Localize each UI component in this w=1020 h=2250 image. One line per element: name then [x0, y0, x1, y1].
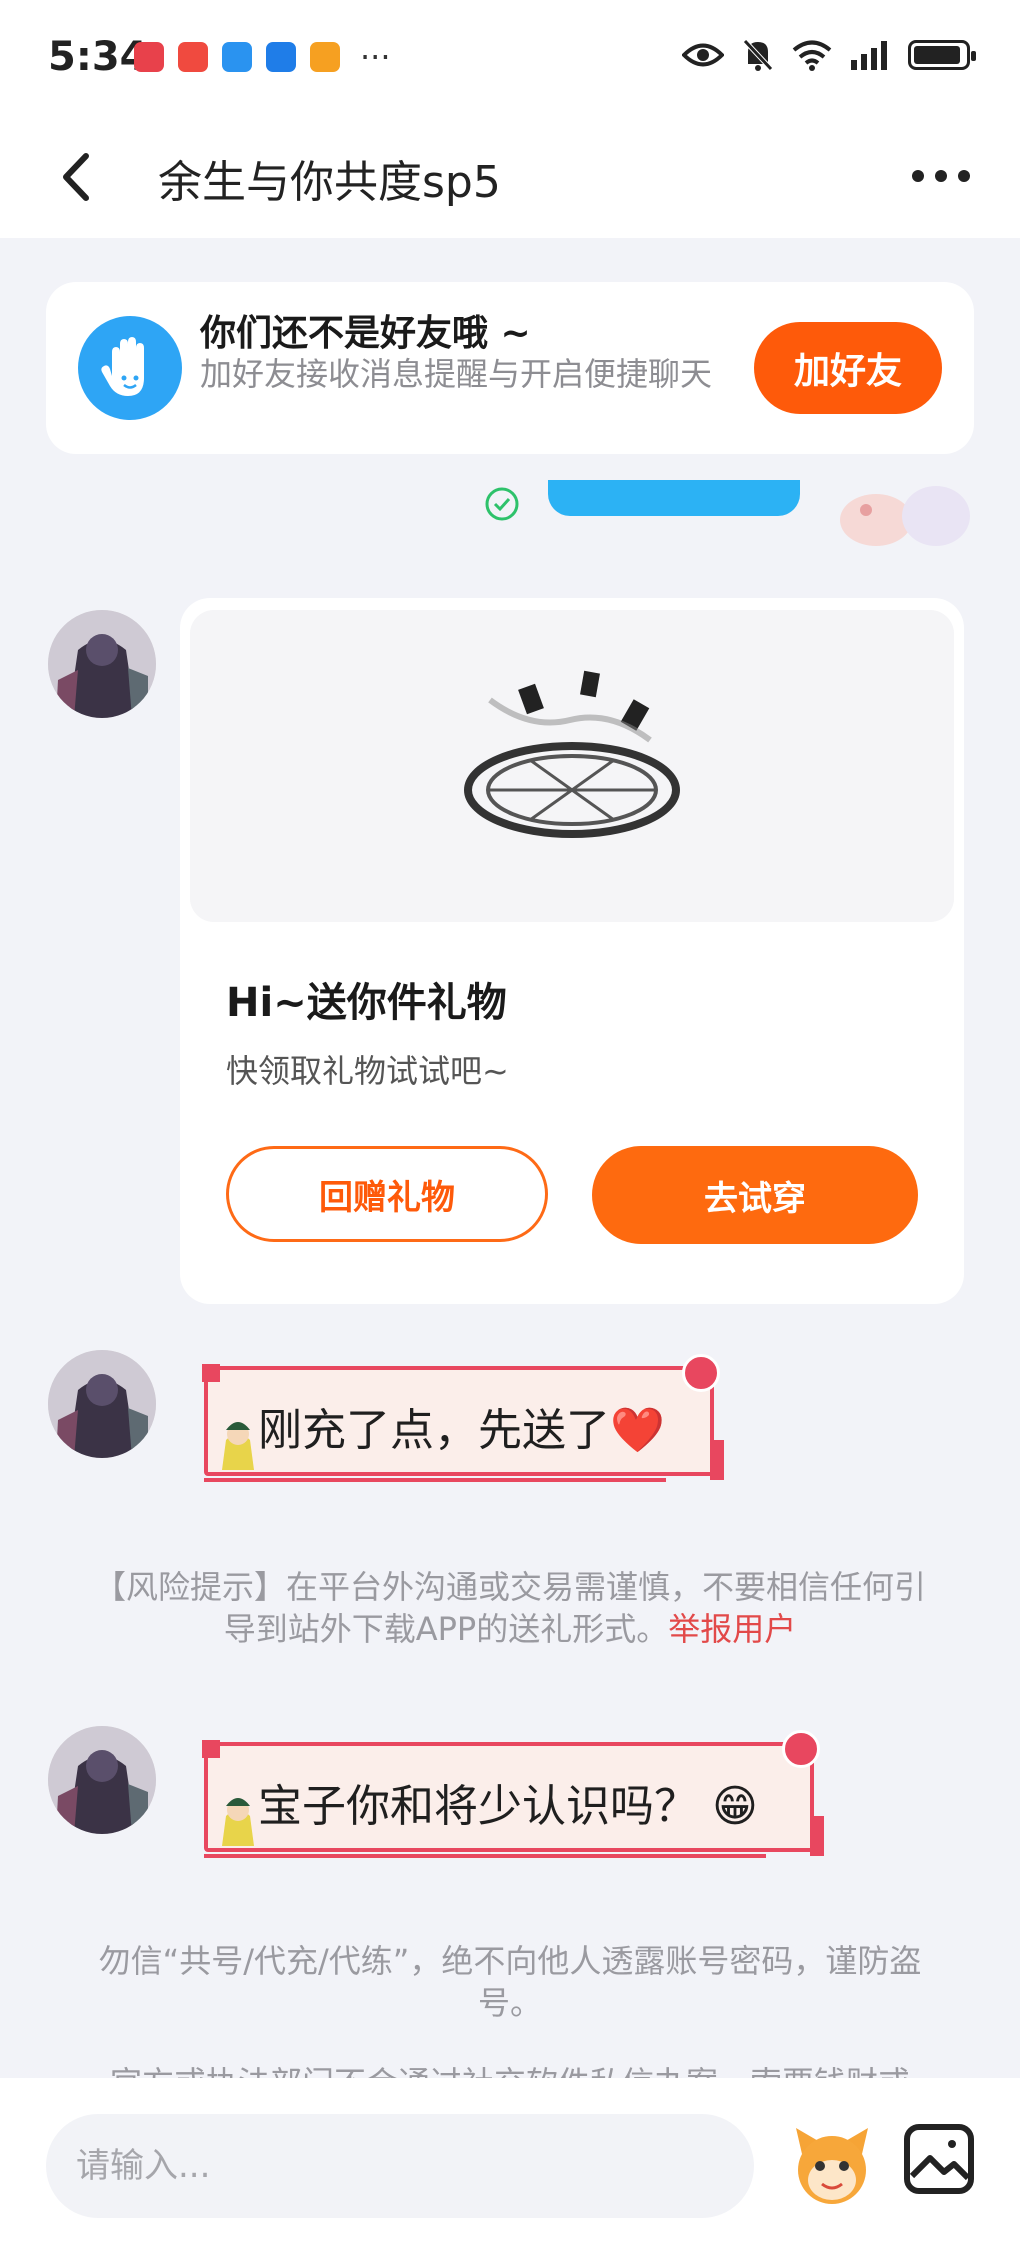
more-notifications: ··· [360, 38, 391, 76]
risk-notice: 【风险提示】在平台外沟通或交易需谨慎，不要相信任何引导到站外下载APP的送礼形式… [80, 1566, 940, 1650]
account-warning-notice: 勿信“共号/代充/代练”，绝不向他人透露账号密码，谨防盗号。 [98, 1942, 922, 2022]
hand-glyph [101, 337, 144, 396]
friend-request-banner: 你们还不是好友哦 ~ 加好友接收消息提醒与开启便捷聊天 加好友 [46, 282, 974, 454]
back-arrow-icon[interactable] [52, 142, 112, 212]
try-on-button[interactable]: 去试穿 [592, 1146, 918, 1244]
grin-emoji: 😁 [712, 1781, 758, 1832]
chat-title: 余生与你共度sp5 [158, 157, 501, 208]
gift-card-title: Hi~送你件礼物 [226, 980, 507, 1026]
avatar[interactable] [48, 610, 156, 718]
vip-badge-icon [782, 1730, 820, 1768]
risk-notice-text: 【风险提示】在平台外沟通或交易需谨慎，不要相信任何引导到站外下载APP的送礼形式… [93, 1568, 926, 1648]
message-bubble[interactable]: 刚充了点，先送了❤️ [202, 1354, 724, 1480]
avatar-image [48, 1726, 156, 1834]
bubble-underline [204, 1478, 666, 1482]
banner-subtitle: 加好友接收消息提醒与开启便捷聊天 [200, 355, 713, 393]
weather-icon [266, 42, 296, 72]
input-bar [0, 2078, 1020, 2250]
eye-icon [682, 43, 724, 67]
message-input[interactable] [46, 2114, 754, 2218]
check-circle-icon [485, 487, 519, 521]
banner-title: 你们还不是好友哦 ~ [200, 313, 531, 354]
add-friend-button[interactable]: 加好友 [754, 322, 942, 414]
message-content: 宝子你和将少认识吗？ [258, 1781, 698, 1832]
vip-badge-icon [682, 1354, 720, 1392]
book-icon [178, 42, 208, 72]
bubble-character-icon [222, 1798, 254, 1846]
message-text: 刚充了点，先送了❤️ [258, 1394, 665, 1458]
search-app-icon [222, 42, 252, 72]
notification-icons: ··· [134, 38, 391, 76]
avatar-image [48, 1350, 156, 1458]
gift-preview-image [190, 610, 954, 922]
shop-icon [134, 42, 164, 72]
battery-level [914, 46, 960, 64]
battery-icon [908, 40, 976, 70]
signal-icon [851, 41, 887, 70]
wifi-icon [792, 40, 832, 71]
avatar-image [48, 610, 156, 718]
bubble-character-icon [222, 1422, 254, 1470]
sticker-mascot-icon[interactable] [782, 2114, 882, 2214]
partial-blue-element [548, 480, 800, 516]
sticker-image [840, 486, 970, 546]
magic-circle-gift-image [190, 610, 954, 922]
more-options-icon[interactable] [906, 146, 976, 206]
mute-bell-icon [743, 39, 773, 71]
bubble-underline [204, 1854, 766, 1858]
return-gift-button[interactable]: 回赠礼物 [226, 1146, 548, 1242]
status-bar: 5:34 ··· [0, 0, 1020, 120]
avatar[interactable] [48, 1350, 156, 1458]
avatar[interactable] [48, 1726, 156, 1834]
video-icon [310, 42, 340, 72]
gift-card-subtitle: 快领取礼物试试吧~ [226, 1052, 509, 1090]
message-bubble[interactable]: 宝子你和将少认识吗？ 😁 [202, 1730, 824, 1856]
image-picker-icon[interactable] [902, 2122, 976, 2196]
gift-card: Hi~送你件礼物 快领取礼物试试吧~ 回赠礼物 去试穿 [180, 598, 964, 1304]
report-user-link[interactable]: 举报用户 [668, 1610, 796, 1648]
status-indicators [682, 38, 976, 72]
heart-emoji: ❤️ [610, 1405, 665, 1456]
chat-header: 余生与你共度sp5 [0, 120, 1020, 238]
message-content: 刚充了点，先送了 [258, 1405, 610, 1456]
message-text: 宝子你和将少认识吗？ 😁 [258, 1770, 758, 1834]
status-time: 5:34 [48, 34, 148, 80]
wave-hand-icon [78, 316, 182, 420]
